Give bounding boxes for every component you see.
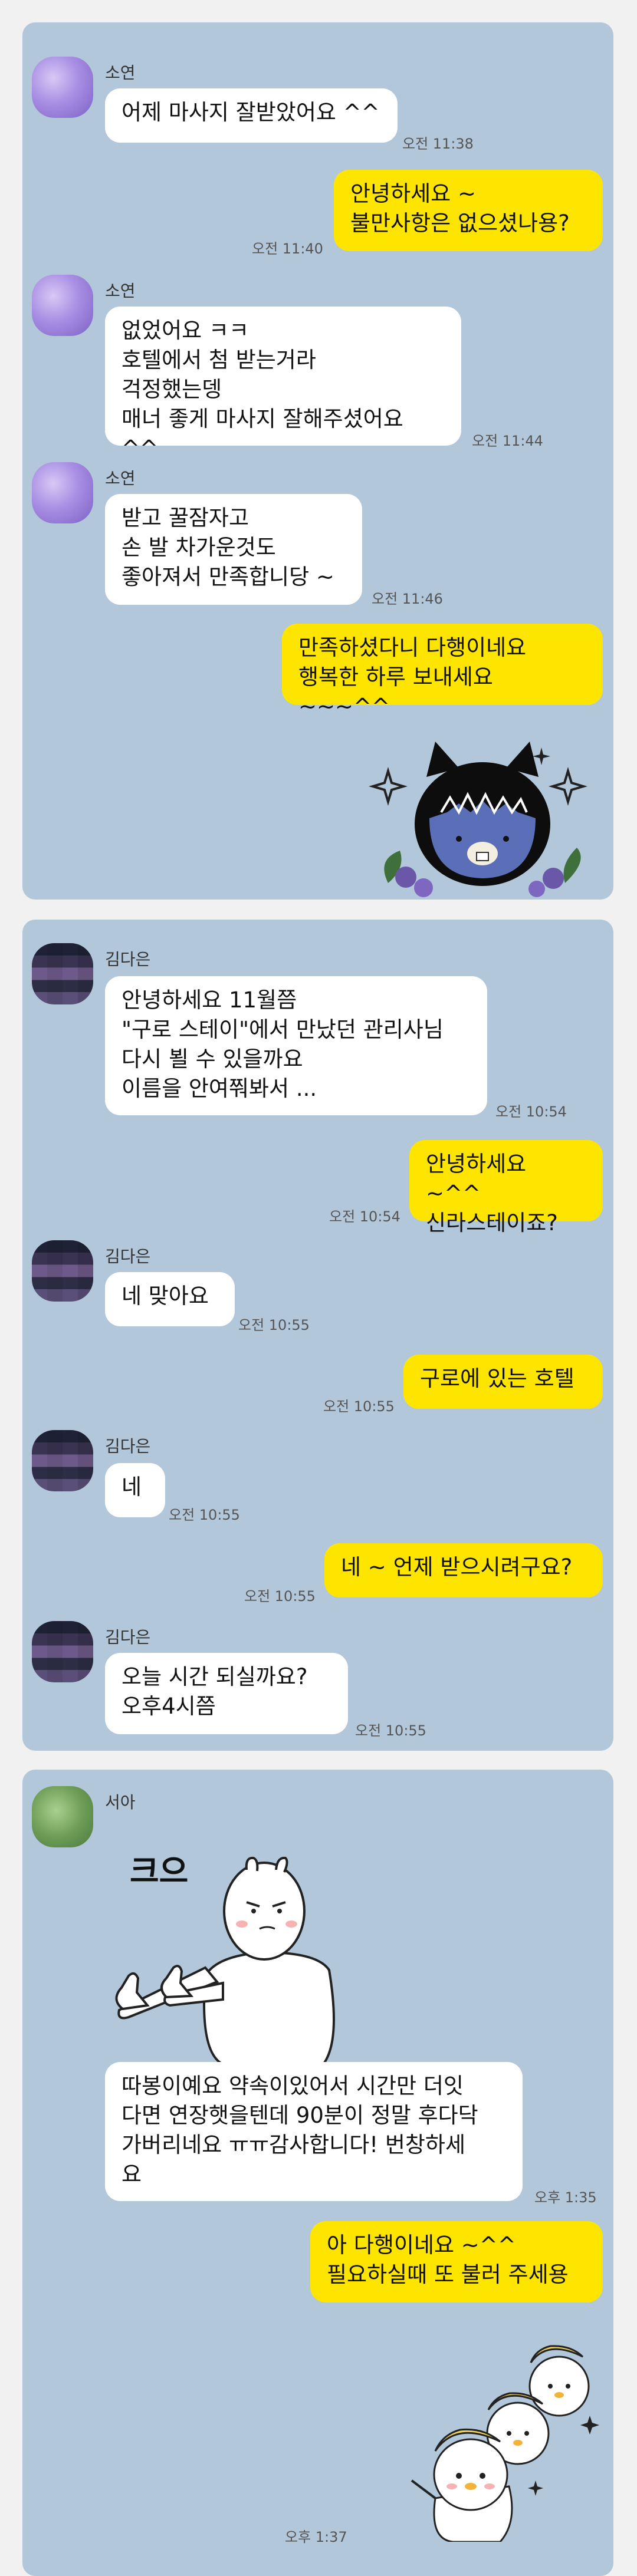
message-time: 오전 11:46 [372,591,443,607]
message-time: 오전 10:55 [244,1588,316,1605]
chat-panel-1: 소연 어제 마사지 잘받았어요 ^^ 오전 11:38 안녕하세요 ~ 불만사항… [22,22,613,900]
avatar[interactable] [32,1240,93,1302]
message-time: 오후 1:37 [285,2529,347,2545]
message-bubble[interactable]: 네 ~ 언제 받으시려구요? [324,1543,603,1597]
bear-sticker[interactable]: 크으 [105,1829,376,2064]
message-time: 오전 11:40 [252,241,323,257]
message-bubble[interactable]: 없었어요 ㅋㅋ 호텔에서 첨 받는거라 걱정했는뎅 매너 좋게 마사지 잘해주셨… [105,307,461,461]
message-time: 오전 11:38 [402,136,474,152]
message-time: 오전 10:55 [355,1722,426,1739]
message-time: 오전 10:55 [323,1398,395,1415]
message-bubble[interactable]: 어제 마사지 잘받았어요 ^^ [105,88,398,143]
chat-panel-3: 서아 크으 따봉이예요 약속이있어서 시간만 더잇 다면 연장햇을텐데 90분이 [22,1770,613,2576]
chat-panel-2: 김다은 안녕하세요 11월쯤 "구로 스테이"에서 만났던 관리사님 다시 뵐 … [22,920,613,1751]
avatar[interactable] [32,1786,93,1847]
sender-name: 김다은 [105,1247,151,1266]
message-time: 오후 1:35 [534,2189,597,2206]
avatar[interactable] [32,1621,93,1682]
message-time: 오전 10:54 [495,1103,567,1120]
message-bubble[interactable]: 안녕하세요 ~^^ 신라스테이죠? [409,1140,603,1236]
message-bubble[interactable]: 오늘 시간 되실까요? 오후4시쯤 [105,1653,348,1734]
message-time: 오전 11:44 [472,433,543,449]
avatar[interactable] [32,943,93,1004]
message-bubble[interactable]: 만족하셨다니 다행이네요 행복한 하루 보내세요 ~~~^^ [282,624,603,719]
avatar[interactable] [32,1430,93,1491]
sender-name: 김다은 [105,1628,151,1647]
sender-name: 김다은 [105,950,151,969]
message-bubble[interactable]: 안녕하세요 ~ 불만사항은 없으셨나용? [334,170,603,251]
dancing-ducks-sticker-icon[interactable] [370,2321,606,2542]
message-bubble[interactable]: 네 [105,1463,165,1517]
message-bubble[interactable]: 안녕하세요 11월쯤 "구로 스테이"에서 만났던 관리사님 다시 뵐 수 있을… [105,976,487,1115]
cat-sticker-icon[interactable] [365,724,612,900]
avatar[interactable] [32,275,93,336]
sender-name: 김다은 [105,1437,151,1456]
thumbs-up-bear-icon [115,1856,335,2064]
message-time: 오전 10:54 [329,1208,400,1225]
message-bubble[interactable]: 따봉이예요 약속이있어서 시간만 더잇 다면 연장햇을텐데 90분이 정말 후다… [105,2062,523,2201]
sender-name: 소연 [105,63,136,83]
message-bubble[interactable]: 네 맞아요 [105,1272,235,1326]
sender-name: 서아 [105,1793,136,1812]
sender-name: 소연 [105,281,136,301]
message-bubble[interactable]: 아 다행이네요 ~^^ 필요하실때 또 불러 주세용 [310,2221,603,2302]
message-bubble[interactable]: 받고 꿀잠자고 손 발 차가운것도 좋아져서 만족합니당 ~ [105,494,362,605]
message-bubble[interactable]: 구로에 있는 호텔 [403,1355,603,1409]
sender-name: 소연 [105,469,136,488]
message-time: 오전 10:55 [238,1317,310,1333]
message-time: 오전 10:55 [169,1507,240,1523]
avatar[interactable] [32,462,93,523]
avatar[interactable] [32,57,93,118]
